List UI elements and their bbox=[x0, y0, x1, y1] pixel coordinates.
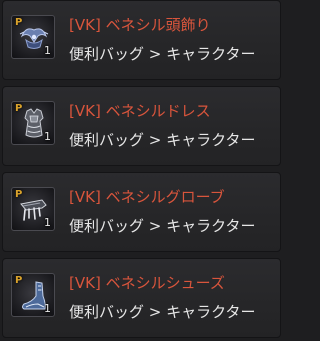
grade-badge: P bbox=[15, 275, 23, 286]
item-slot[interactable]: P 1 bbox=[11, 273, 55, 317]
item-slot[interactable]: P 1 bbox=[11, 15, 55, 59]
item-list: P 1 [VK] ベネシル頭飾り 便利バッグ > キャラクター P 1 [VK]… bbox=[0, 0, 281, 341]
item-count: 1 bbox=[44, 44, 51, 57]
list-item[interactable]: P 1 [VK] ベネシル頭飾り 便利バッグ > キャラクター bbox=[2, 0, 281, 80]
item-category: 便利バッグ > キャラクター bbox=[69, 217, 256, 235]
item-name: [VK] ベネシルドレス bbox=[69, 102, 211, 120]
item-name: [VK] ベネシル頭飾り bbox=[69, 16, 211, 34]
item-count: 1 bbox=[44, 216, 51, 229]
item-category: 便利バッグ > キャラクター bbox=[69, 131, 256, 149]
list-item[interactable]: P 1 [VK] ベネシルシューズ 便利バッグ > キャラクター bbox=[2, 258, 281, 338]
grade-badge: P bbox=[15, 103, 23, 114]
list-item[interactable]: P 1 [VK] ベネシルドレス 便利バッグ > キャラクター bbox=[2, 86, 281, 166]
item-name: [VK] ベネシルシューズ bbox=[69, 274, 225, 292]
list-item[interactable]: P 1 [VK] ベネシルグローブ 便利バッグ > キャラクター bbox=[2, 172, 281, 252]
item-count: 1 bbox=[44, 302, 51, 315]
item-category: 便利バッグ > キャラクター bbox=[69, 303, 256, 321]
item-count: 1 bbox=[44, 130, 51, 143]
item-slot[interactable]: P 1 bbox=[11, 101, 55, 145]
grade-badge: P bbox=[15, 17, 23, 28]
item-name: [VK] ベネシルグローブ bbox=[69, 188, 225, 206]
item-category: 便利バッグ > キャラクター bbox=[69, 45, 256, 63]
item-slot[interactable]: P 1 bbox=[11, 187, 55, 231]
grade-badge: P bbox=[15, 189, 23, 200]
